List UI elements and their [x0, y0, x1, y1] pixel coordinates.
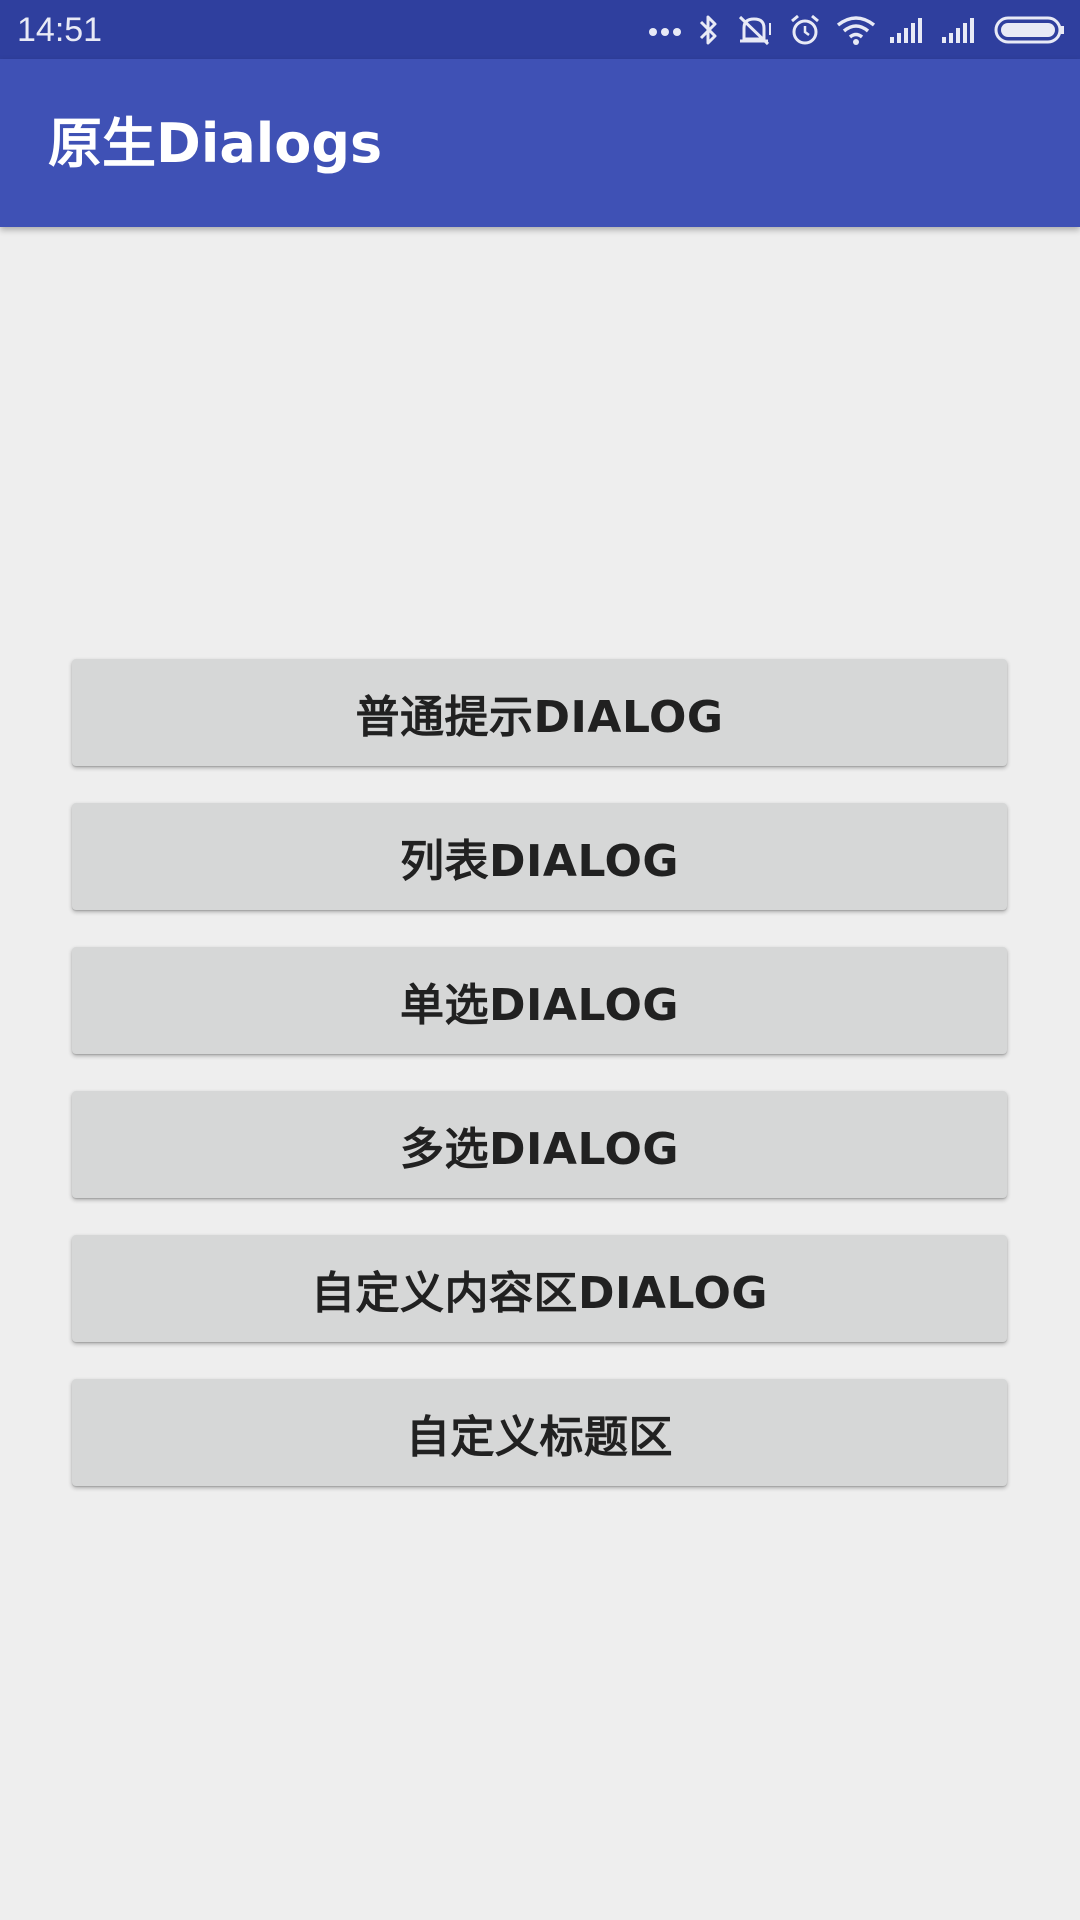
- button-label: 普通提示DIALOG: [355, 691, 724, 743]
- button-label: 单选DIALOG: [400, 979, 679, 1031]
- battery-icon: [994, 16, 1066, 44]
- app-bar: 原生Dialogs: [0, 59, 1080, 227]
- custom-content-dialog-button[interactable]: 自定义内容区DIALOG: [72, 1235, 1007, 1342]
- button-label: 自定义标题区: [406, 1411, 673, 1463]
- status-time: 14:51: [17, 11, 103, 49]
- button-label: 多选DIALOG: [400, 1123, 679, 1175]
- bluetooth-icon: [696, 13, 720, 47]
- more-dots-icon: [648, 23, 682, 37]
- status-icons: [634, 0, 1066, 59]
- button-label: 自定义内容区DIALOG: [311, 1267, 768, 1319]
- list-dialog-button[interactable]: 列表DIALOG: [72, 803, 1007, 910]
- single-choice-dialog-button[interactable]: 单选DIALOG: [72, 947, 1007, 1054]
- custom-title-dialog-button[interactable]: 自定义标题区: [72, 1379, 1007, 1486]
- wifi-icon: [836, 15, 876, 45]
- multi-choice-dialog-button[interactable]: 多选DIALOG: [72, 1091, 1007, 1198]
- normal-alert-dialog-button[interactable]: 普通提示DIALOG: [72, 659, 1007, 766]
- status-bar: 14:51: [0, 0, 1080, 59]
- button-label: 列表DIALOG: [400, 835, 679, 887]
- signal-icon: [942, 17, 980, 43]
- vibrate-silent-icon: [734, 13, 774, 47]
- alarm-icon: [788, 13, 822, 47]
- button-list: 普通提示DIALOG 列表DIALOG 单选DIALOG 多选DIALOG 自定…: [0, 227, 1080, 1920]
- signal-icon: [890, 17, 928, 43]
- app-title: 原生Dialogs: [48, 112, 383, 175]
